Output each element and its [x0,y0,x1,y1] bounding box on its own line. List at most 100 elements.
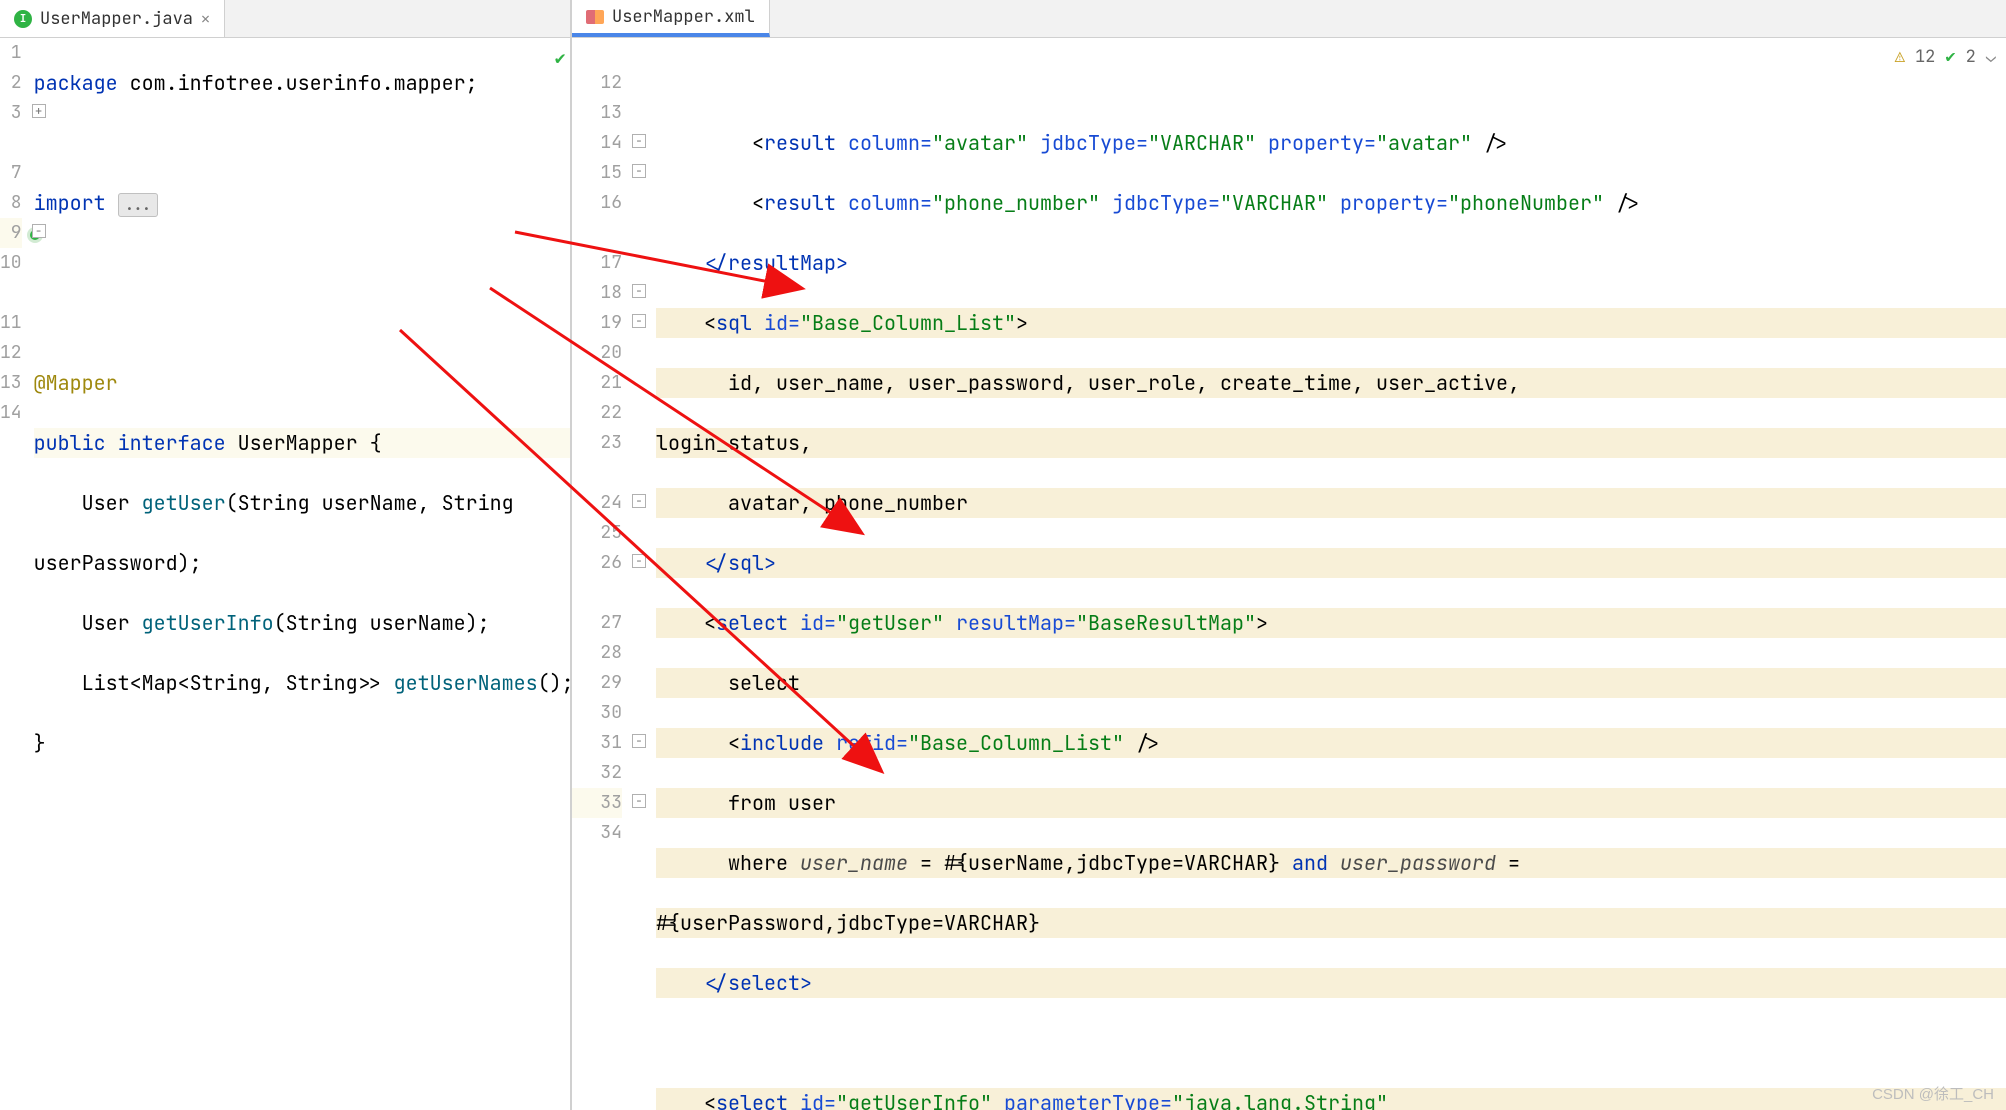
gutter-num: 34 [572,818,622,848]
code-line [34,788,570,818]
left-editor[interactable]: 1 2 3 7 8 9 10 11 12 13 14 + [0,38,570,1110]
inspection-badge[interactable]: ⚠ 12 ✔ 2 ⌄ [1895,42,1996,72]
gutter-num: 1 [0,38,22,68]
gutter-num [572,578,622,608]
right-tabs: UserMapper.xml [572,0,2006,38]
gutter-num [572,38,622,68]
code-line: userPassword); [34,548,570,578]
tab-usermapper-xml[interactable]: UserMapper.xml [572,0,770,37]
gutter-num [0,278,22,308]
check-icon: ✔ [1945,42,1955,72]
gutter-num: 32 [572,758,622,788]
gutter-num [572,218,622,248]
right-editor[interactable]: 12 13 14 15 16 17 18 19 20 21 22 23 24 2… [572,38,2006,1110]
gutter-num: 15 [572,158,622,188]
code-line: List<Map<String, String>> getUserNames()… [34,668,570,698]
fold-toggle-icon[interactable]: − [632,314,646,328]
tab-title: UserMapper.xml [612,6,755,28]
code-line [34,308,570,338]
code-line [656,68,2006,98]
left-code[interactable]: package com.infotree.userinfo.mapper; im… [30,38,570,1110]
code-line: @Mapper [34,368,570,398]
code-line [34,248,570,278]
close-icon[interactable]: ✕ [201,9,210,29]
code-line [656,1028,2006,1058]
gutter-num: 29 [572,668,622,698]
gutter-num: 28 [572,638,622,668]
fold-toggle-icon[interactable]: − [632,794,646,808]
code-line: from user [656,788,2006,818]
gutter-num: 13 [0,368,22,398]
fold-toggle-icon[interactable]: − [632,134,646,148]
code-line: #{userPassword,jdbcType=VARCHAR} [656,908,2006,938]
gutter-num: 21 [572,368,622,398]
code-line: id, user_name, user_password, user_role,… [656,368,2006,398]
code-line: select [656,668,2006,698]
code-line: <select id="getUserInfo" parameterType="… [656,1088,2006,1110]
left-gutter: 1 2 3 7 8 9 10 11 12 13 14 [0,38,30,1110]
right-fold-column: − − − − − − − − [630,38,652,1110]
code-line: login_status, [656,428,2006,458]
code-line [34,128,570,158]
gutter-num: 3 [0,98,22,128]
gutter-num: 27 [572,608,622,638]
gutter-num: 2 [0,68,22,98]
gutter-num: 12 [572,68,622,98]
gutter-num: 18 [572,278,622,308]
fold-toggle-icon[interactable]: − [632,494,646,508]
gutter-num: 20 [572,338,622,368]
gutter-num: 24 [572,488,622,518]
code-line: User getUserInfo(String userName); [34,608,570,638]
warning-icon: ⚠ [1895,42,1905,72]
gutter-num [572,458,622,488]
gutter-num: 13 [572,98,622,128]
code-line: <result column="phone_number" jdbcType="… [656,188,2006,218]
warning-count: 12 [1915,42,1935,72]
fold-toggle-icon[interactable]: − [632,554,646,568]
gutter-num: 33 [572,788,622,818]
gutter-num: 30 [572,698,622,728]
tab-usermapper-java[interactable]: I UserMapper.java ✕ [0,0,225,37]
gutter-num: 19 [572,308,622,338]
code-line: avatar, phone_number [656,488,2006,518]
code-line: <include refid="Base_Column_List" /> [656,728,2006,758]
fold-toggle-icon[interactable]: − [632,284,646,298]
gutter-num: 16 [572,188,622,218]
gutter-num: 8 [0,188,22,218]
gutter-num: 26 [572,548,622,578]
right-gutter: 12 13 14 15 16 17 18 19 20 21 22 23 24 2… [572,38,630,1110]
fold-toggle-icon[interactable]: − [632,734,646,748]
code-line: </resultMap> [656,248,2006,278]
gutter-num: 22 [572,398,622,428]
xml-file-icon [586,10,604,24]
right-pane: UserMapper.xml 12 13 14 15 16 17 18 19 2… [572,0,2006,1110]
gutter-num: 14 [0,398,22,428]
code-line: <select id="getUser" resultMap="BaseResu… [656,608,2006,638]
code-line: where user_name = #{userName,jdbcType=VA… [656,848,2006,878]
folded-imports[interactable]: ... [118,193,159,217]
right-code[interactable]: <result column="avatar" jdbcType="VARCHA… [652,38,2006,1110]
gutter-num: 14 [572,128,622,158]
gutter-num: 31 [572,728,622,758]
code-line: </select> [656,968,2006,998]
left-tabs: I UserMapper.java ✕ [0,0,570,38]
gutter-num: 11 [0,308,22,338]
gutter-num: 12 [0,338,22,368]
app-root: I UserMapper.java ✕ 1 2 3 7 8 9 10 [0,0,2006,1110]
gutter-num [0,128,22,158]
inspection-ok-icon[interactable]: ✔ [555,44,566,74]
left-pane: I UserMapper.java ✕ 1 2 3 7 8 9 10 [0,0,572,1110]
fold-toggle-icon[interactable]: − [632,164,646,178]
check-count: 2 [1966,42,1976,72]
code-line: package com.infotree.userinfo.mapper; [34,68,570,98]
tab-title: UserMapper.java [40,8,193,30]
gutter-num: 17 [572,248,622,278]
code-line: User getUser(String userName, String [34,488,570,518]
code-line: } [34,728,570,758]
code-line: </sql> [656,548,2006,578]
gutter-num: 23 [572,428,622,458]
chevron-down-icon[interactable]: ⌄ [1986,42,1996,72]
code-line: public interface UserMapper { [34,428,570,458]
java-file-icon: I [14,10,32,28]
gutter-num: 7 [0,158,22,188]
